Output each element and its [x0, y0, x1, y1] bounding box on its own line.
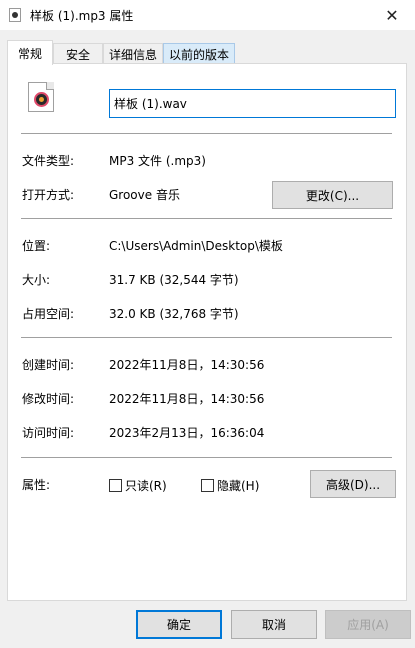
mp3-file-icon — [9, 8, 21, 22]
location-value: C:\Users\Admin\Desktop\模板 — [109, 239, 283, 253]
separator — [21, 218, 392, 219]
modified-label: 修改时间: — [22, 392, 75, 406]
change-button[interactable]: 更改(C)... — [272, 181, 393, 209]
hidden-checkbox-label: 隐藏(H) — [217, 479, 260, 493]
file-type-label: 文件类型: — [22, 154, 75, 168]
file-type-value: MP3 文件 (.mp3) — [109, 154, 206, 168]
tab-previous-versions[interactable]: 以前的版本 — [163, 43, 235, 64]
created-value: 2022年11月8日，14:30:56 — [109, 358, 265, 372]
separator — [21, 133, 392, 134]
title-bar: 样板 (1).mp3 属性 ✕ — [0, 0, 415, 30]
readonly-checkbox-box[interactable] — [109, 479, 122, 492]
tab-details[interactable]: 详细信息 — [103, 43, 163, 64]
ok-button[interactable]: 确定 — [136, 610, 222, 639]
hidden-checkbox-box[interactable] — [201, 479, 214, 492]
accessed-value: 2023年2月13日，16:36:04 — [109, 426, 265, 440]
size-value: 31.7 KB (32,544 字节) — [109, 273, 239, 287]
opens-with-label: 打开方式: — [22, 188, 75, 202]
cancel-button[interactable]: 取消 — [231, 610, 317, 639]
separator — [21, 457, 392, 458]
separator — [21, 337, 392, 338]
close-icon[interactable]: ✕ — [369, 0, 415, 30]
size-on-disk-value: 32.0 KB (32,768 字节) — [109, 307, 239, 321]
tab-general[interactable]: 常规 — [7, 40, 53, 65]
readonly-checkbox[interactable]: 只读(R) — [109, 477, 167, 494]
window-title: 样板 (1).mp3 属性 — [30, 9, 134, 23]
created-label: 创建时间: — [22, 358, 75, 372]
modified-value: 2022年11月8日，14:30:56 — [109, 392, 265, 406]
hidden-checkbox[interactable]: 隐藏(H) — [201, 477, 259, 494]
attributes-label: 属性: — [22, 478, 51, 492]
size-on-disk-label: 占用空间: — [22, 307, 75, 321]
size-label: 大小: — [22, 273, 51, 287]
advanced-button[interactable]: 高级(D)... — [310, 470, 396, 498]
readonly-checkbox-label: 只读(R) — [125, 479, 167, 493]
location-label: 位置: — [22, 239, 51, 253]
file-name-input[interactable] — [109, 89, 396, 118]
tab-security[interactable]: 安全 — [53, 43, 103, 64]
music-file-icon — [28, 82, 54, 112]
accessed-label: 访问时间: — [22, 426, 75, 440]
general-panel: 文件类型: MP3 文件 (.mp3) 打开方式: Groove 音乐 更改(C… — [7, 63, 407, 601]
opens-with-value: Groove 音乐 — [109, 188, 180, 202]
apply-button[interactable]: 应用(A) — [325, 610, 411, 639]
